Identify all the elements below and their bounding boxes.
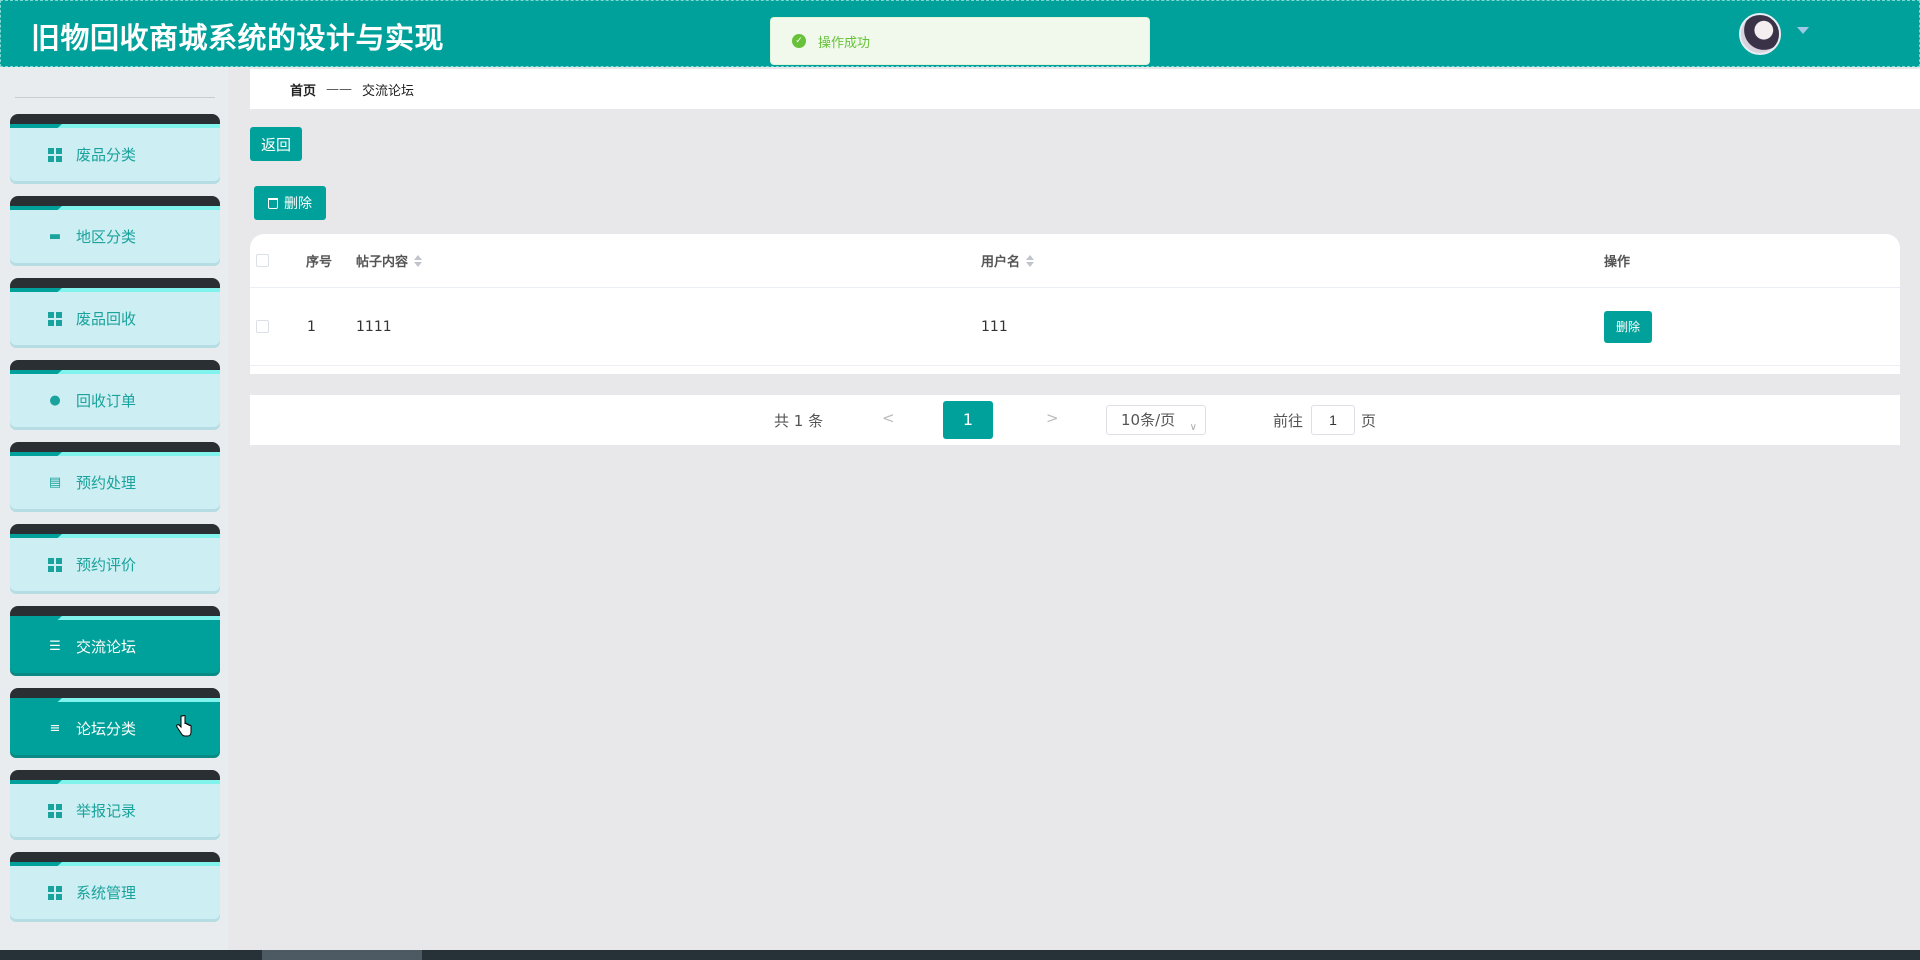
sidebar-item-waste-category[interactable]: 废品分类 — [10, 114, 220, 181]
forum-table: 序号 帖子内容 用户名 操作 1 1111 111 删除 — [250, 234, 1900, 374]
back-button[interactable]: 返回 — [250, 127, 302, 161]
taskbar-app-tab[interactable] — [262, 950, 422, 960]
batch-delete-label: 删除 — [284, 195, 312, 211]
goto-page-input[interactable] — [1311, 405, 1355, 435]
sidebar-item-label: 论坛分类 — [76, 720, 137, 738]
sidebar-item-forum[interactable]: ☰ 交流论坛 — [10, 606, 220, 673]
app-title: 旧物回收商城系统的设计与实现 — [31, 21, 445, 55]
table-header: 序号 帖子内容 用户名 操作 — [250, 234, 1900, 288]
page-size-select[interactable]: 10条/页 ∨ — [1106, 405, 1206, 435]
sidebar-item-label: 废品回收 — [76, 310, 137, 328]
batch-delete-button[interactable]: 删除 — [254, 186, 326, 220]
sidebar-item-label: 交流论坛 — [76, 638, 137, 656]
paint-roller-icon: ▬ — [48, 228, 62, 244]
grid-icon — [48, 147, 62, 162]
column-username[interactable]: 用户名 — [981, 234, 1035, 287]
column-actions: 操作 — [1604, 255, 1631, 270]
chevron-down-icon[interactable] — [1797, 27, 1809, 34]
sidebar-item-waste-recycle[interactable]: 废品回收 — [10, 278, 220, 345]
goto-unit-label: 页 — [1361, 412, 1377, 430]
os-taskbar — [0, 950, 1920, 960]
prev-page-button[interactable]: < — [882, 409, 895, 427]
list-icon: ≡ — [49, 720, 61, 736]
row-username: 111 — [981, 318, 1008, 335]
breadcrumb: 首页 —— 交流论坛 — [250, 69, 1920, 109]
pagination-total: 共 1 条 — [774, 412, 824, 430]
column-content[interactable]: 帖子内容 — [356, 234, 423, 287]
sidebar-item-recycle-orders[interactable]: ● 回收订单 — [10, 360, 220, 427]
sidebar-divider — [15, 97, 215, 98]
goto-label: 前往 — [1273, 412, 1304, 430]
sliders-icon: ☰ — [49, 638, 61, 654]
select-all-checkbox[interactable] — [256, 234, 269, 287]
sidebar-item-label: 地区分类 — [76, 228, 137, 246]
row-actions: 删除 — [1604, 288, 1652, 365]
sidebar-item-label: 预约处理 — [76, 474, 137, 492]
sidebar-item-label: 回收订单 — [76, 392, 137, 410]
grid-icon — [48, 885, 62, 900]
sidebar-item-label: 废品分类 — [76, 146, 137, 164]
row-content: 1111 — [356, 318, 392, 335]
row-delete-button[interactable]: 删除 — [1604, 310, 1652, 343]
sidebar: 废品分类 ▬ 地区分类 废品回收 ● 回收订单 ▤ 预约处理 预约评价 ☰ 交流论坛 ≡… — [0, 67, 228, 950]
chevron-down-icon: ∨ — [1189, 422, 1197, 433]
toast-message: 操作成功 — [818, 35, 871, 51]
sidebar-item-label: 系统管理 — [76, 884, 137, 902]
check-circle-icon: ✓ — [792, 34, 806, 48]
breadcrumb-current: 交流论坛 — [362, 83, 415, 99]
user-avatar[interactable] — [1739, 13, 1781, 55]
sidebar-item-report-records[interactable]: 举报记录 — [10, 770, 220, 837]
breadcrumb-separator: —— — [326, 81, 353, 97]
next-page-button[interactable]: > — [1046, 409, 1059, 427]
sidebar-item-system-management[interactable]: 系统管理 — [10, 852, 220, 919]
sort-icon[interactable] — [414, 254, 423, 267]
sidebar-item-label: 预约评价 — [76, 556, 137, 574]
clipboard-icon: ▤ — [48, 474, 62, 490]
sidebar-item-appointment-review[interactable]: 预约评价 — [10, 524, 220, 591]
sidebar-item-label: 举报记录 — [76, 802, 137, 820]
hand-cursor-icon — [176, 715, 192, 737]
grid-icon — [48, 803, 62, 818]
breadcrumb-home[interactable]: 首页 — [290, 80, 316, 99]
page-size-value: 10条/页 — [1121, 411, 1176, 429]
pagination: 共 1 条 < 1 > 10条/页 ∨ 前往 页 — [250, 395, 1900, 445]
grid-icon — [48, 311, 62, 326]
row-checkbox[interactable] — [256, 288, 269, 365]
column-index: 序号 — [306, 255, 333, 270]
row-index: 1 — [307, 318, 316, 335]
sort-icon[interactable] — [1026, 254, 1035, 267]
trash-icon — [268, 197, 278, 209]
table-row: 1 1111 111 删除 — [250, 288, 1900, 366]
sidebar-item-appointment-handling[interactable]: ▤ 预约处理 — [10, 442, 220, 509]
page-number-current[interactable]: 1 — [943, 401, 993, 439]
user-icon: ● — [49, 392, 61, 408]
sidebar-item-region-category[interactable]: ▬ 地区分类 — [10, 196, 220, 263]
success-toast: ✓ 操作成功 — [770, 17, 1150, 65]
grid-icon — [48, 557, 62, 572]
